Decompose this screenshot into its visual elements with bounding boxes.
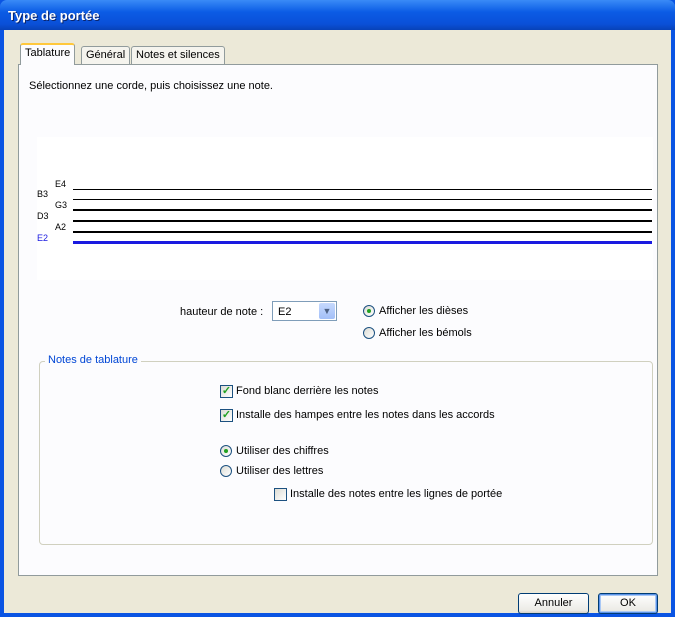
pitch-label: hauteur de note : xyxy=(180,306,264,318)
white-bg-label[interactable]: Fond blanc derrière les notes xyxy=(236,385,378,397)
dialog-window: Type de portée Tablature Général Notes e… xyxy=(0,0,675,617)
tab-notes-group-title: Notes de tablature xyxy=(45,354,141,366)
string-label-e2: E2 xyxy=(37,233,49,243)
use-numbers-label[interactable]: Utiliser des chiffres xyxy=(236,445,329,457)
dialog-client: Tablature Général Notes et silences Séle… xyxy=(4,30,671,614)
stems-checkbox[interactable]: ✓ xyxy=(220,409,233,422)
string-line-e4[interactable] xyxy=(73,189,652,190)
show-sharps-label[interactable]: Afficher les dièses xyxy=(379,305,468,317)
checkmark-icon: ✓ xyxy=(221,409,232,421)
use-letters-radio[interactable] xyxy=(220,465,232,477)
checkmark-icon: ✓ xyxy=(221,385,232,397)
stems-label[interactable]: Installe des hampes entre les notes dans… xyxy=(236,409,495,421)
string-label-a2: A2 xyxy=(55,222,67,232)
tab-general[interactable]: Général xyxy=(81,46,131,64)
white-bg-checkbox[interactable]: ✓ xyxy=(220,385,233,398)
ok-button[interactable]: OK xyxy=(598,593,658,614)
string-line-e2[interactable] xyxy=(73,241,652,244)
string-line-d3[interactable] xyxy=(73,220,652,222)
show-flats-radio[interactable] xyxy=(363,327,375,339)
string-line-a2[interactable] xyxy=(73,231,652,233)
instruction-text: Sélectionnez une corde, puis choisissez … xyxy=(29,80,273,92)
window-title: Type de portée xyxy=(8,8,100,23)
show-sharps-radio[interactable] xyxy=(363,305,375,317)
between-lines-checkbox[interactable] xyxy=(274,488,287,501)
tab-notes-et-silences[interactable]: Notes et silences xyxy=(131,46,225,64)
pitch-select[interactable]: E2 ▼ xyxy=(272,301,337,321)
string-label-d3: D3 xyxy=(37,211,49,221)
title-bar[interactable]: Type de portée xyxy=(0,0,675,30)
string-label-g3: G3 xyxy=(55,200,68,210)
string-line-b3[interactable] xyxy=(73,199,652,200)
show-flats-label[interactable]: Afficher les bémols xyxy=(379,327,472,339)
tab-tablature[interactable]: Tablature xyxy=(20,43,76,65)
use-numbers-radio[interactable] xyxy=(220,445,232,457)
between-lines-label[interactable]: Installe des notes entre les lignes de p… xyxy=(290,488,502,500)
pitch-select-value: E2 xyxy=(278,306,292,318)
cancel-button[interactable]: Annuler xyxy=(518,593,589,614)
chevron-down-icon[interactable]: ▼ xyxy=(319,303,335,319)
string-label-b3: B3 xyxy=(37,189,49,199)
tab-panel-tablature: Sélectionnez une corde, puis choisissez … xyxy=(18,64,658,576)
string-line-g3[interactable] xyxy=(73,209,652,211)
tab-staff[interactable]: E4 B3 G3 D3 A2 E2 xyxy=(37,137,653,280)
string-label-e4: E4 xyxy=(55,179,67,189)
use-letters-label[interactable]: Utiliser des lettres xyxy=(236,465,323,477)
